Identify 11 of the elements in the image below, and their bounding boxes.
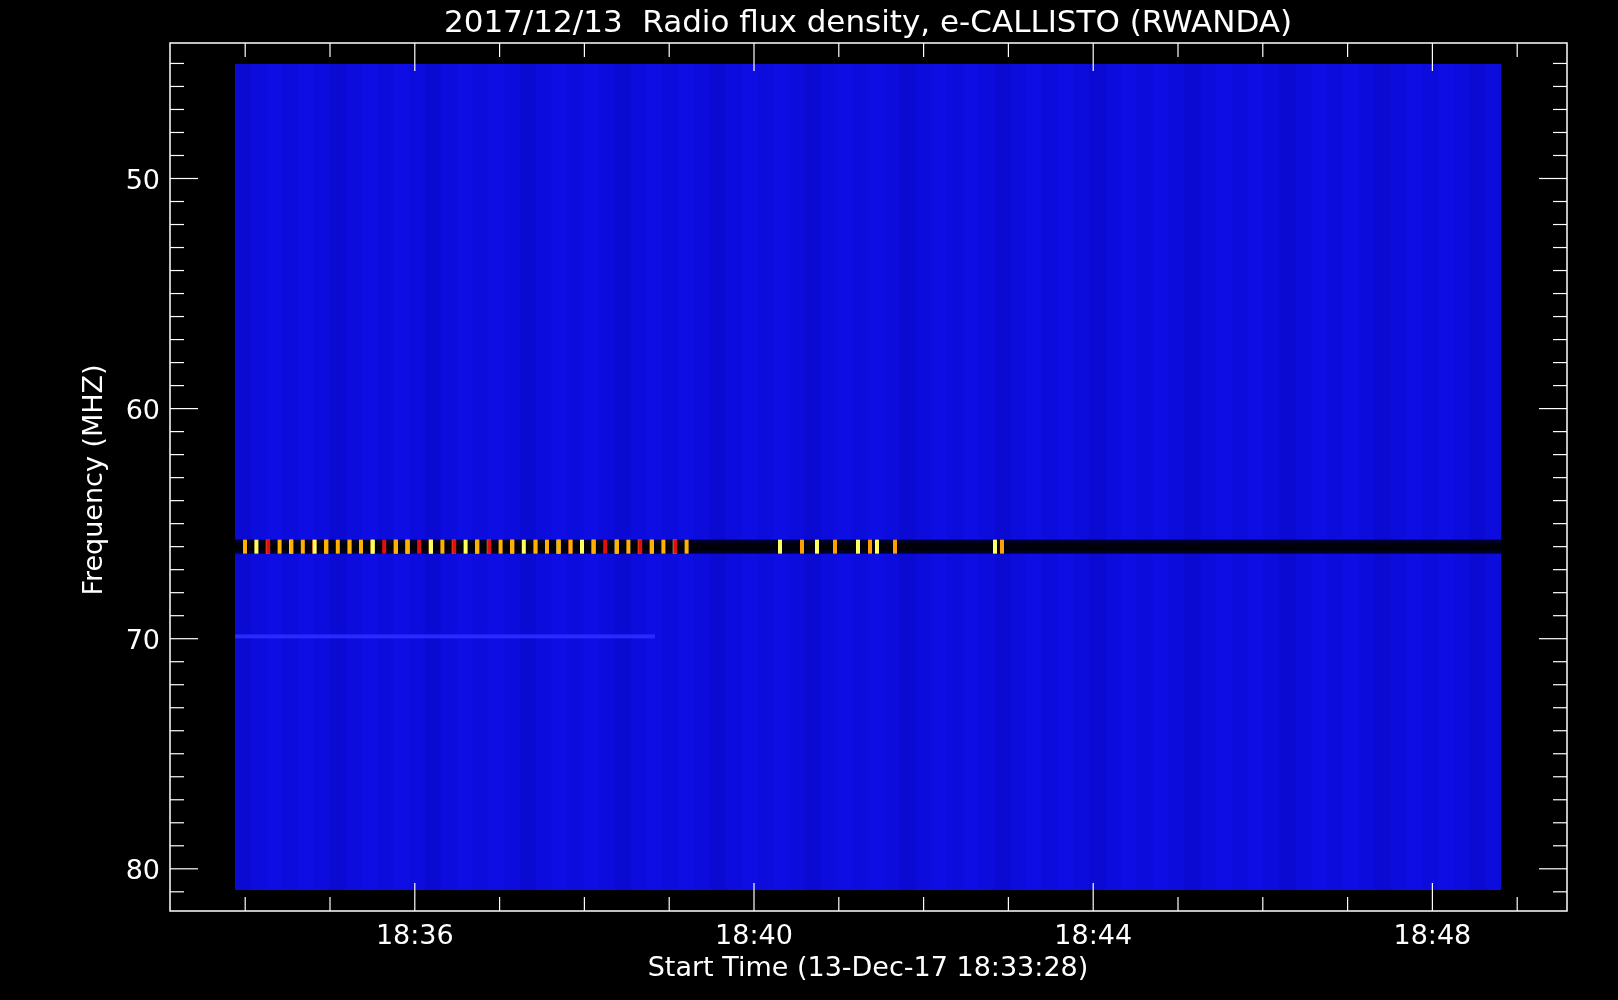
y-tick-label: 80 [125,853,160,885]
chart-title: 2017/12/13 Radio flux density, e-CALLISTO (RWANDA) [443,3,1293,39]
y-axis-label: Frequency (MHZ) [77,364,108,596]
x-tick-label: 18:36 [375,919,454,950]
x-tick-label: 18:40 [715,919,793,950]
y-tick-label: 60 [125,393,160,425]
x-axis-label: Start Time (13-Dec-17 18:33:28) [647,951,1089,982]
y-tick-label: 70 [125,623,160,655]
y-tick-label: 50 [125,163,160,195]
x-tick-label: 18:44 [1054,919,1133,950]
x-tick-label: 18:48 [1393,919,1472,950]
